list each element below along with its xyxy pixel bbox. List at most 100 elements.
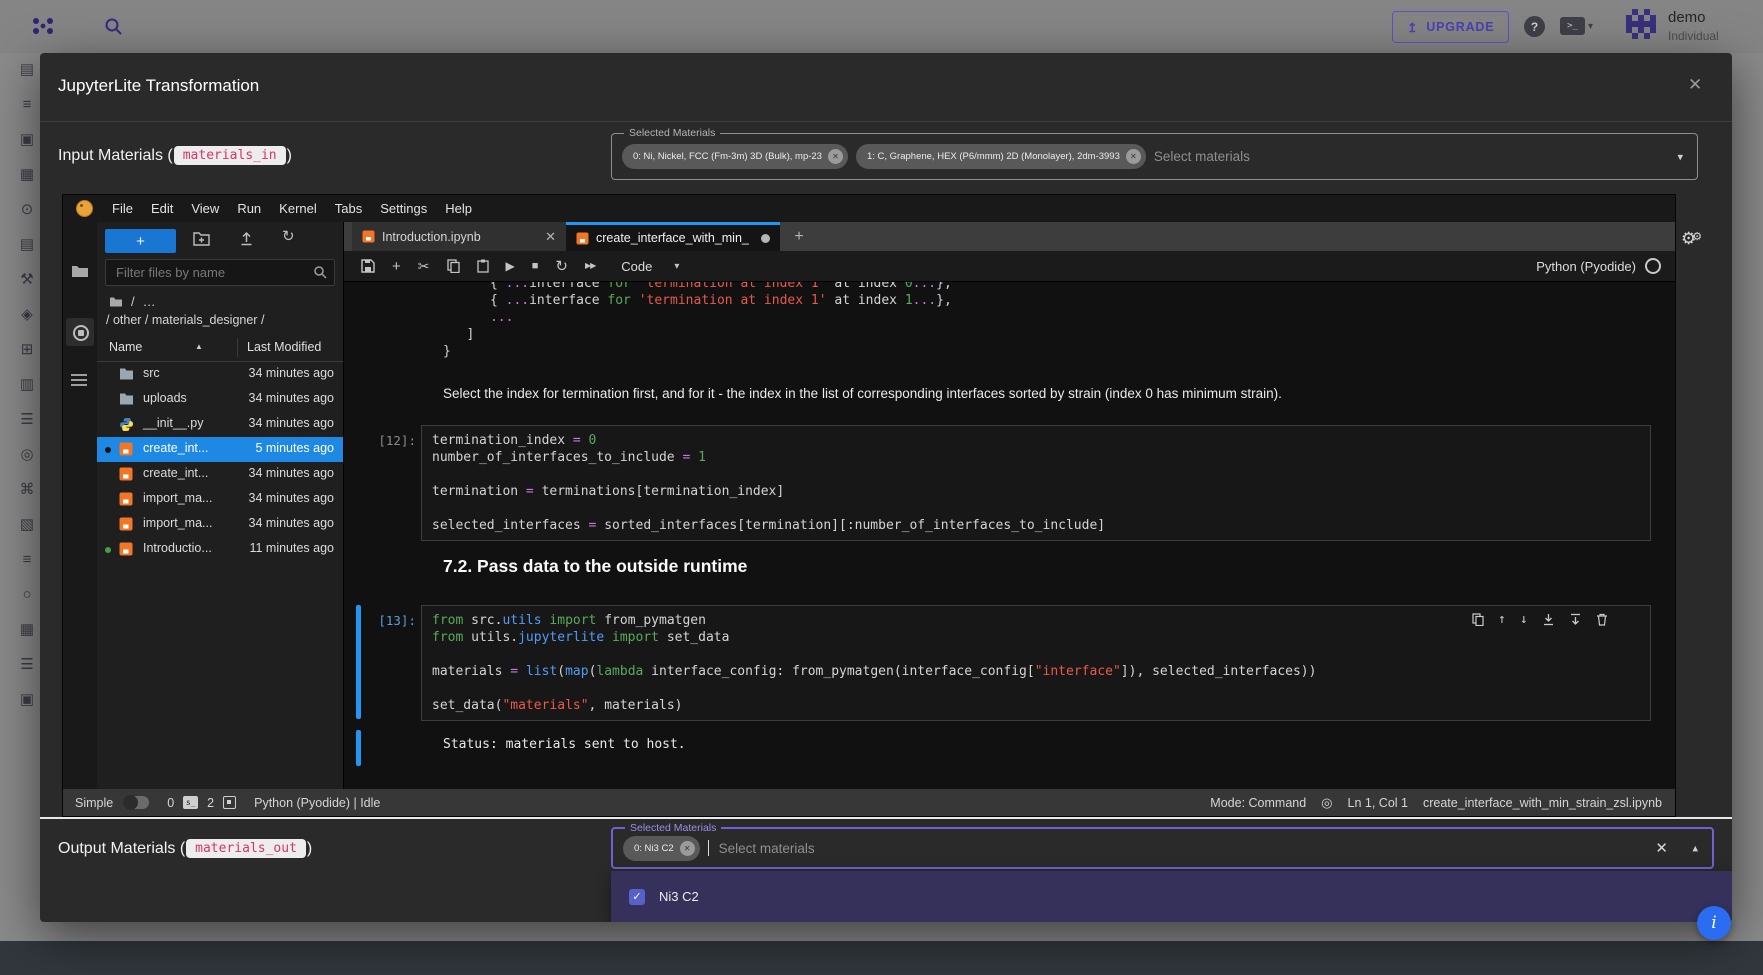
user-plan: Individual [1668,29,1719,43]
input-materials-select[interactable]: Selected Materials 0: Ni, Nickel, FCC (F… [611,133,1698,180]
menu-item-tabs[interactable]: Tabs [326,201,371,216]
code-cell-13[interactable]: from src.utils import from_pymatgenfrom … [421,605,1651,721]
file-row[interactable]: Introductio...11 minutes ago [97,537,343,562]
select-materials-placeholder[interactable]: Select materials [1154,149,1250,164]
menu-item-edit[interactable]: Edit [142,201,182,216]
duplicate-cell-icon[interactable] [1472,613,1484,626]
run-icon[interactable]: ▶ [506,260,515,272]
file-name: create_int... [143,441,208,455]
breadcrumb[interactable]: / … [109,294,156,309]
info-button[interactable]: i [1697,906,1731,940]
menu-item-help[interactable]: Help [436,201,481,216]
settings-gears-icon[interactable]: ⚙⚙ [1681,229,1702,249]
insert-cell-icon[interactable]: + [392,259,401,274]
terminal-count-icon[interactable]: s_ [183,796,198,809]
material-chip[interactable]: 1: C, Graphene, HEX (P6/mmm) 2D (Monolay… [856,144,1146,169]
stop-icon[interactable]: ■ [532,261,539,272]
insert-above-icon[interactable] [1542,613,1555,626]
remove-chip-icon[interactable]: ✕ [828,149,843,164]
new-folder-icon[interactable] [193,231,210,246]
copy-icon[interactable] [447,259,460,273]
app-sidebar-icon: ▧ [20,517,34,532]
paste-icon[interactable] [477,259,489,273]
tab-create-interface[interactable]: create_interface_with_min_ [566,222,780,251]
help-button[interactable]: ? [1524,16,1545,37]
command-mode-label: Mode: Command [1210,796,1306,810]
accessibility-icon[interactable]: ◎ [1321,795,1332,811]
cell-type-select[interactable]: Code [621,259,652,274]
move-down-icon[interactable]: ↓ [1520,612,1528,627]
code-line: selected_interfaces = sorted_interfaces[… [432,517,1640,534]
search-icon[interactable] [104,17,124,37]
code-cell-12[interactable]: termination_index = 0number_of_interface… [421,425,1651,541]
restart-kernel-icon[interactable]: ↻ [555,259,568,274]
notebook-icon [119,542,134,557]
remove-chip-icon[interactable]: ✕ [1126,149,1141,164]
user-name[interactable]: demo [1668,9,1706,26]
menu-item-kernel[interactable]: Kernel [270,201,326,216]
cursor-position[interactable]: Ln 1, Col 1 [1348,796,1408,810]
menu-item-view[interactable]: View [182,201,228,216]
dropdown-item[interactable]: ✓ Ni3 C2 [611,871,1732,922]
kernel-count-icon[interactable] [223,796,236,809]
file-row[interactable]: src34 minutes ago [97,362,343,387]
checkbox-checked-icon[interactable]: ✓ [629,889,645,905]
upload-icon[interactable] [239,231,254,246]
dropdown-item-label: Ni3 C2 [659,889,699,904]
refresh-icon[interactable]: ↻ [282,227,295,245]
open-dot-icon [105,447,111,453]
clear-icon[interactable]: ✕ [1655,839,1668,857]
material-chip[interactable]: 0: Ni, Nickel, FCC (Fm-3m) 3D (Bulk), mp… [622,144,848,169]
file-row[interactable]: import_ma...34 minutes ago [97,512,343,537]
new-launcher-button[interactable]: + [105,229,176,253]
select-materials-placeholder[interactable]: Select materials [719,841,815,856]
file-row[interactable]: uploads34 minutes ago [97,387,343,412]
file-row[interactable]: create_int...34 minutes ago [97,462,343,487]
file-name: Introductio... [143,541,212,555]
upgrade-button[interactable]: ↥ UPGRADE [1392,11,1509,43]
section-heading: 7.2. Pass data to the outside runtime [443,556,747,577]
tab-introduction[interactable]: Introduction.ipynb ✕ [352,222,566,251]
remove-chip-icon[interactable]: ✕ [680,841,695,856]
home-folder-icon [109,296,123,308]
property-inspector-icon[interactable] [71,374,87,389]
menu-item-file[interactable]: File [103,201,142,216]
kernel-status-icon [1645,258,1661,274]
notebook-content[interactable]: { ...interface for 'termination at index… [344,282,1675,789]
menu-item-run[interactable]: Run [228,201,270,216]
kernel-name[interactable]: Python (Pyodide) [1536,259,1636,274]
app-sidebar-icon: ⊙ [21,202,34,217]
file-row[interactable]: create_int...5 minutes ago [97,437,343,462]
file-row[interactable]: __init__.py34 minutes ago [97,412,343,437]
file-list-header[interactable]: Name ▲ Last Modified [97,334,343,362]
output-materials-select[interactable]: Selected Materials 0: Ni3 C2✕Select mate… [611,827,1714,869]
menu-item-settings[interactable]: Settings [371,201,436,216]
material-chip[interactable]: 0: Ni3 C2✕ [623,836,700,861]
markdown-cell[interactable]: Select the index for termination first, … [443,386,1282,401]
avatar[interactable] [1622,7,1660,45]
run-all-icon[interactable]: ▶▶ [585,262,595,270]
code-line: ... [443,309,952,326]
save-icon[interactable] [361,259,375,273]
console-menu-button[interactable]: >_ ▾ [1560,17,1593,35]
chevron-down-icon[interactable]: ▾ [1677,150,1683,163]
code-line: termination = terminations[termination_i… [432,483,1640,500]
cut-icon[interactable]: ✂ [418,259,430,273]
breadcrumb-path[interactable]: / other / materials_designer / [106,313,264,327]
simple-mode-toggle[interactable] [123,796,149,809]
move-up-icon[interactable]: ↑ [1498,612,1506,627]
file-row[interactable]: import_ma...34 minutes ago [97,487,343,512]
delete-cell-icon[interactable] [1596,613,1608,626]
file-browser-icon[interactable] [71,264,89,279]
close-icon[interactable]: ✕ [1688,75,1702,95]
kernel-status[interactable]: Python (Pyodide) | Idle [254,796,380,810]
filter-files-input[interactable] [105,259,335,286]
close-tab-icon[interactable]: ✕ [545,229,556,245]
insert-below-icon[interactable] [1569,613,1582,626]
add-tab-button[interactable]: + [788,226,810,248]
jupyter-menubar: FileEditViewRunKernelTabsSettingsHelp [63,195,1675,222]
chevron-up-icon[interactable]: ▴ [1692,842,1698,855]
chevron-down-icon[interactable]: ▾ [674,261,679,272]
app-topbar: ↥ UPGRADE ? >_ ▾ demo Individual [0,0,1763,53]
running-sessions-tab[interactable] [66,318,94,346]
